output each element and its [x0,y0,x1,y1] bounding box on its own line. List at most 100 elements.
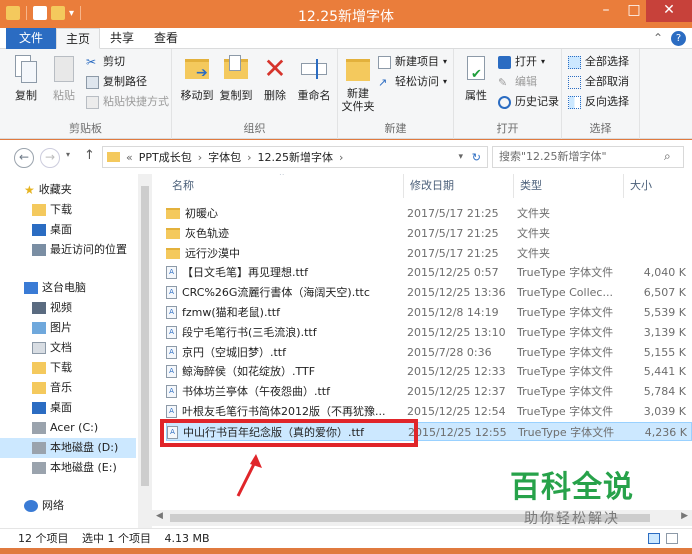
file-name-cell: A 【日文毛笔】再见理想.ttf [166,263,396,282]
group-label-select: 选择 [589,122,612,135]
file-row[interactable]: A CRC%26G流麗行書体（海阔天空).ttc 2015/12/25 13:36 T… [166,283,692,302]
file-row[interactable]: Afzmw(猫和老鼠).ttf 2015/12/8 14:19 TrueType 字… [166,303,692,322]
details-view-icon[interactable] [648,533,660,544]
new-folder-button[interactable]: 新建 文件夹 [340,53,376,113]
easy-access-button[interactable]: ↗ 轻松访问 ▾ [378,73,447,91]
address-dropdown-chevron-icon[interactable]: ▾ [458,152,463,162]
move-to-button[interactable]: ➔ 移动到 [178,53,216,103]
breadcrumb-item[interactable]: 12.25新增字体 [258,149,334,165]
breadcrumb-separator-icon[interactable]: › [247,151,251,164]
address-bar[interactable]: « PPT成长包 › 字体包 › 12.25新增字体 › ▾ ↻ [102,146,488,168]
help-icon[interactable]: ? [671,31,686,46]
nav-downloads-pc[interactable]: 下载 [32,358,72,378]
scroll-left-icon[interactable]: ◀ [156,511,163,521]
new-item-icon [378,55,391,69]
nav-this-pc[interactable]: 这台电脑 [24,278,86,298]
file-type: TrueType Collec... [517,286,613,300]
nav-drive-e[interactable]: 本地磁盘 (E:) [32,458,117,478]
file-row[interactable]: A 鲸海醉侯（如花绽放）.TTF 2015/12/25 12:33 TrueType … [166,362,692,381]
copy-to-label: 复制到 [219,89,253,102]
file-date: 2017/5/17 21:25 [407,207,499,220]
tab-share[interactable]: 共享 [100,28,144,49]
nav-desktop[interactable]: 桌面 [32,220,72,240]
nav-label: Acer (C:) [50,421,99,434]
file-row[interactable]: A 【日文毛笔】再见理想.ttf 2015/12/25 0:57 TrueType 字… [166,263,692,282]
drive-icon [32,462,46,474]
tab-home[interactable]: 主页 [56,28,100,49]
copy-path-button[interactable]: 复制路径 [86,73,147,91]
selected-count: 选中 1 个项目 [82,532,151,545]
file-name-cell: A 京円（空城旧梦）.ttf [166,343,396,362]
paste-shortcut-button[interactable]: 粘贴快捷方式 [86,93,169,111]
search-icon[interactable]: ⌕ [664,149,671,164]
group-label-open: 打开 [496,122,519,135]
recent-locations-chevron-icon[interactable]: ▾ [66,150,70,159]
file-type: TrueType 字体文件 [518,425,615,439]
up-button[interactable]: ↑ [84,148,95,163]
file-date: 2017/5/17 21:25 [407,226,499,240]
tab-view[interactable]: 查看 [144,28,188,49]
nav-drive-c[interactable]: Acer (C:) [32,418,98,438]
maximize-button[interactable]: □ [620,0,648,22]
column-header-type[interactable]: 类型 [514,174,624,198]
nav-drive-d[interactable]: 本地磁盘 (D:) [0,438,136,458]
file-row[interactable]: 远行沙漠中 2017/5/17 21:25 文件夹 [166,244,692,263]
edit-button[interactable]: ✎ 编辑 [498,73,537,91]
nav-label: 音乐 [50,381,72,394]
file-type: TrueType 字体文件 [517,266,614,280]
font-file-icon: A [166,385,177,399]
new-item-button[interactable]: 新建项目 ▾ [378,53,447,71]
paste-icon [49,53,79,85]
open-button[interactable]: 打开 ▾ [498,53,545,71]
file-name-cell: Afzmw(猫和老鼠).ttf [166,303,396,322]
file-row[interactable]: A 京円（空城旧梦）.ttf 2015/7/28 0:36 TrueType 字体文件… [166,343,692,362]
tab-file[interactable]: 文件 [6,28,56,49]
nav-documents[interactable]: 文档 [32,338,72,358]
nav-pictures[interactable]: 图片 [32,318,72,338]
nav-videos[interactable]: 视频 [32,298,72,318]
nav-favorites[interactable]: ★ 收藏夹 [24,180,72,200]
file-name: 【日文毛笔】再见理想.ttf [182,266,308,280]
navigation-pane: ★ 收藏夹 下载 桌面 最近访问的位置 这台电脑 视频 图片 文档 下载 音乐 … [0,174,152,528]
ribbon-tabs: 文件 主页 共享 查看 ⌃ ? [0,28,692,49]
breadcrumb-separator-icon[interactable]: › [198,151,202,164]
cut-button[interactable]: ✂ 剪切 [86,53,125,71]
delete-button[interactable]: ✕ 删除 [260,53,290,103]
large-icons-view-icon[interactable] [666,533,678,544]
breadcrumb-item[interactable]: PPT成长包 [139,149,192,165]
nav-network[interactable]: 网络 [24,496,64,516]
column-header-size[interactable]: 大小 [624,174,692,198]
forward-button[interactable]: → [40,148,60,168]
collapse-ribbon-chevron-icon[interactable]: ⌃ [653,31,663,46]
select-none-button[interactable]: 全部取消 [568,73,629,91]
file-row[interactable]: A 段宁毛笔行书(三毛流浪).ttf 2015/12/25 13:10 TrueTyp… [166,323,692,342]
nav-music[interactable]: 音乐 [32,378,72,398]
breadcrumb-separator-icon[interactable]: › [339,151,343,164]
scroll-right-icon[interactable]: ▶ [681,511,688,521]
search-input[interactable]: 搜索"12.25新增字体" [492,146,684,168]
nav-desktop-pc[interactable]: 桌面 [32,398,72,418]
column-header-name[interactable]: 名称 [166,174,404,198]
minimize-button[interactable]: – [592,0,620,22]
properties-button[interactable]: ✔ 属性 [458,53,494,103]
file-row[interactable]: 灰色轨迹 2017/5/17 21:25 文件夹 [166,224,692,243]
copy-to-button[interactable]: 复制到 [216,53,256,103]
nav-downloads[interactable]: 下载 [32,200,72,220]
invert-selection-button[interactable]: 反向选择 [568,93,629,111]
select-all-button[interactable]: 全部选择 [568,53,629,71]
refresh-icon[interactable]: ↻ [472,151,481,164]
file-row[interactable]: A 书体坊兰亭体（午夜怨曲）.ttf 2015/12/25 12:37 TrueTyp… [166,382,692,401]
file-row[interactable]: 初暖心 2017/5/17 21:25 文件夹 [166,204,692,223]
column-header-modified[interactable]: 修改日期 [404,174,514,198]
copy-button[interactable]: 复制 [8,53,44,103]
paste-button[interactable]: 粘贴 [46,53,82,103]
back-button[interactable]: ← [14,148,34,168]
breadcrumb-item[interactable]: 字体包 [208,149,241,165]
rename-button[interactable]: 重命名 [294,53,334,103]
history-button[interactable]: 历史记录 [498,93,559,111]
nav-recent-places[interactable]: 最近访问的位置 [32,240,127,260]
close-button[interactable]: ✕ [646,0,692,22]
overflow-chevron-icon[interactable]: « [126,151,133,164]
scroll-thumb[interactable] [141,186,149,486]
nav-scrollbar[interactable] [138,174,152,528]
